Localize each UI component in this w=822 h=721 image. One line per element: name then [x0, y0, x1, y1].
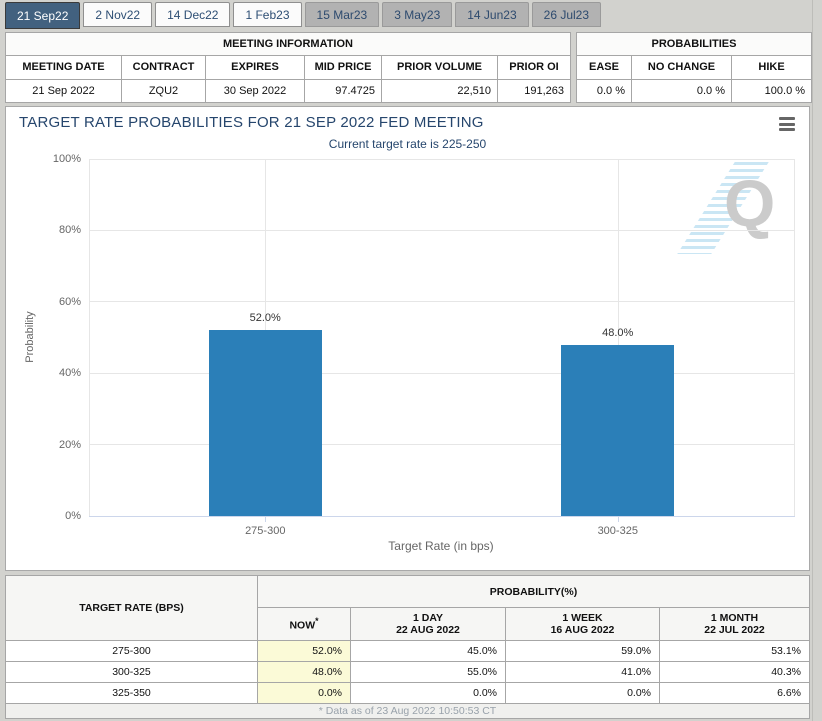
- tab-2-nov22[interactable]: 2 Nov22: [83, 2, 152, 27]
- now-300-325: 48.0%: [258, 662, 351, 683]
- table-row: 300-325 48.0% 55.0% 41.0% 40.3%: [6, 662, 810, 683]
- yaxis-title: Probability: [24, 277, 36, 397]
- col-hike: HIKE: [732, 56, 812, 79]
- ytick-60%: 60%: [41, 296, 81, 308]
- probability-group-header: PROBABILITY(%): [258, 576, 810, 608]
- bar-300-325[interactable]: [561, 345, 674, 516]
- tab-14-jun23[interactable]: 14 Jun23: [455, 2, 528, 27]
- month-275-300: 53.1%: [660, 641, 810, 662]
- meeting-info-title: MEETING INFORMATION: [6, 33, 571, 56]
- day-300-325: 55.0%: [351, 662, 506, 683]
- col-ease: EASE: [577, 56, 632, 79]
- col-prior-oi: PRIOR OI: [498, 56, 571, 79]
- col-expires: EXPIRES: [206, 56, 305, 79]
- plot-left-border: [89, 159, 90, 516]
- meeting-information-table: MEETING INFORMATION MEETING DATE CONTRAC…: [5, 32, 571, 103]
- probability-history-table: TARGET RATE (BPS) PROBABILITY(%) NOW* 1 …: [5, 575, 810, 719]
- now-325-350: 0.0%: [258, 683, 351, 704]
- tab-14-dec22[interactable]: 14 Dec22: [155, 2, 230, 27]
- ytick-0%: 0%: [41, 510, 81, 522]
- table-row: 325-350 0.0% 0.0% 0.0% 6.6%: [6, 683, 810, 704]
- data-as-of-footnote: * Data as of 23 Aug 2022 10:50:53 CT: [6, 704, 810, 719]
- chart-context-menu-icon[interactable]: [779, 117, 795, 131]
- expires-value: 30 Sep 2022: [206, 79, 305, 102]
- col-contract: CONTRACT: [122, 56, 206, 79]
- ytick-80%: 80%: [41, 224, 81, 236]
- ease-value: 0.0 %: [577, 79, 632, 102]
- col-prior-volume: PRIOR VOLUME: [382, 56, 498, 79]
- col-no-change: NO CHANGE: [632, 56, 732, 79]
- tab-3-may23[interactable]: 3 May23: [382, 2, 452, 27]
- x-tick-275-300: [265, 517, 266, 522]
- one-month-header: 1 MONTH22 JUL 2022: [660, 608, 810, 641]
- tab-15-mar23[interactable]: 15 Mar23: [305, 2, 380, 27]
- meeting-date-tabs: 21 Sep22 2 Nov22 14 Dec22 1 Feb23 15 Mar…: [5, 2, 601, 29]
- chart-title: TARGET RATE PROBABILITIES FOR 21 SEP 202…: [19, 114, 484, 131]
- tab-1-feb23[interactable]: 1 Feb23: [233, 2, 301, 27]
- table-row: 275-300 52.0% 45.0% 59.0% 53.1%: [6, 641, 810, 662]
- probabilities-table: PROBABILITIES EASE NO CHANGE HIKE 0.0 % …: [576, 32, 812, 103]
- gridline-20%: [89, 444, 794, 445]
- info-row: MEETING INFORMATION MEETING DATE CONTRAC…: [5, 32, 810, 103]
- plot-right-border: [794, 159, 795, 516]
- hike-value: 100.0 %: [732, 79, 812, 102]
- gridline-60%: [89, 301, 794, 302]
- right-frame-line: [812, 0, 813, 721]
- probabilities-title: PROBABILITIES: [577, 33, 812, 56]
- one-day-header: 1 DAY22 AUG 2022: [351, 608, 506, 641]
- col-mid-price: MID PRICE: [305, 56, 382, 79]
- target-rate-bps-header: TARGET RATE (BPS): [6, 576, 258, 641]
- no-change-value: 0.0 %: [632, 79, 732, 102]
- rate-325-350: 325-350: [6, 683, 258, 704]
- meeting-date-value: 21 Sep 2022: [6, 79, 122, 102]
- contract-value: ZQU2: [122, 79, 206, 102]
- chart-subtitle: Current target rate is 225-250: [6, 137, 809, 151]
- ytick-20%: 20%: [41, 439, 81, 451]
- gridline-80%: [89, 230, 794, 231]
- xtick-label-275-300: 275-300: [205, 525, 325, 537]
- col-meeting-date: MEETING DATE: [6, 56, 122, 79]
- ytick-100%: 100%: [41, 153, 81, 165]
- rate-300-325: 300-325: [6, 662, 258, 683]
- x-tick-300-325: [618, 517, 619, 522]
- probability-history-panel: TARGET RATE (BPS) PROBABILITY(%) NOW* 1 …: [5, 575, 810, 718]
- xaxis-title: Target Rate (in bps): [341, 539, 541, 553]
- month-300-325: 40.3%: [660, 662, 810, 683]
- week-275-300: 59.0%: [506, 641, 660, 662]
- gridline-100%: [89, 159, 794, 160]
- bar-275-300[interactable]: [209, 330, 322, 516]
- day-275-300: 45.0%: [351, 641, 506, 662]
- month-325-350: 6.6%: [660, 683, 810, 704]
- tab-21-sep22[interactable]: 21 Sep22: [5, 2, 80, 29]
- gridline-40%: [89, 373, 794, 374]
- bar-value-label-300-325: 48.0%: [578, 327, 658, 339]
- tab-26-jul23[interactable]: 26 Jul23: [532, 2, 601, 27]
- x-axis-line: [89, 516, 795, 517]
- mid-price-value: 97.4725: [305, 79, 382, 102]
- prior-oi-value: 191,263: [498, 79, 571, 102]
- day-325-350: 0.0%: [351, 683, 506, 704]
- rate-275-300: 275-300: [6, 641, 258, 662]
- week-325-350: 0.0%: [506, 683, 660, 704]
- prior-volume-value: 22,510: [382, 79, 498, 102]
- week-300-325: 41.0%: [506, 662, 660, 683]
- now-header: NOW*: [258, 608, 351, 641]
- xtick-label-300-325: 300-325: [558, 525, 678, 537]
- target-rate-chart: TARGET RATE PROBABILITIES FOR 21 SEP 202…: [5, 106, 810, 571]
- ytick-40%: 40%: [41, 367, 81, 379]
- one-week-header: 1 WEEK16 AUG 2022: [506, 608, 660, 641]
- bar-value-label-275-300: 52.0%: [225, 312, 305, 324]
- now-275-300: 52.0%: [258, 641, 351, 662]
